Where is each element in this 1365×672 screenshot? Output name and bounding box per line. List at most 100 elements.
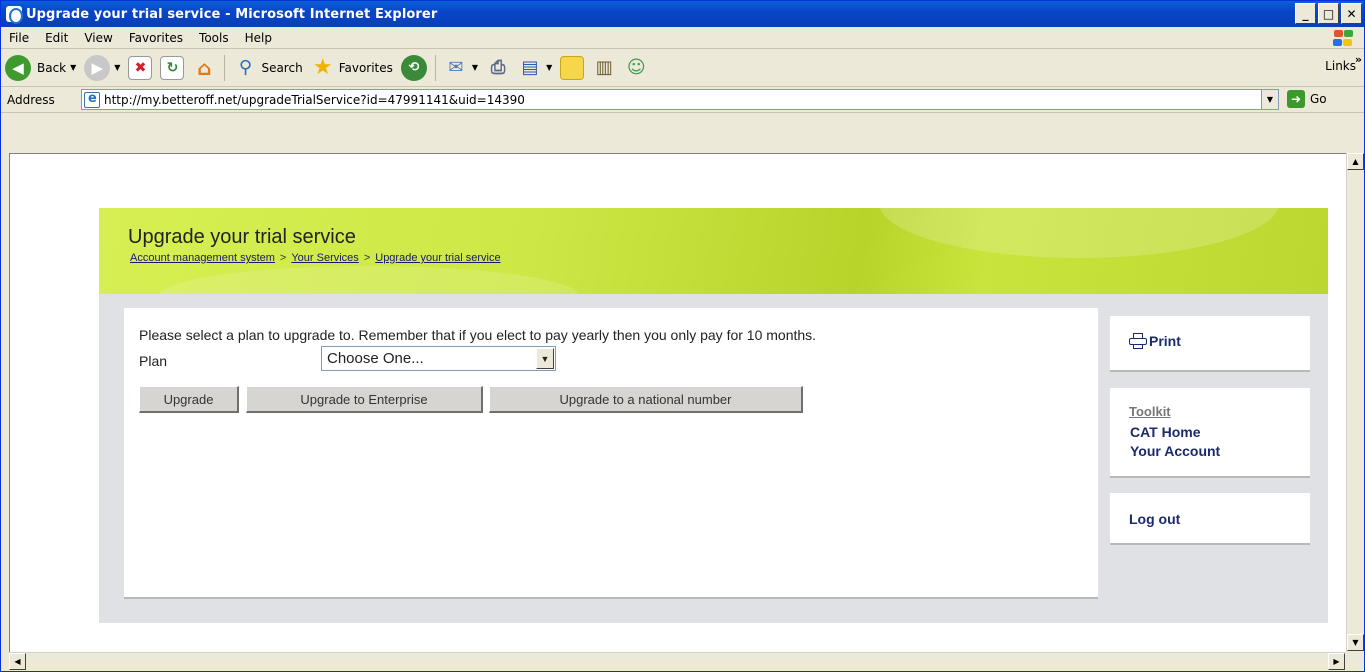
page-icon [84, 91, 100, 108]
home-icon: ⌂ [197, 55, 212, 80]
banner-decoration [159, 266, 579, 294]
go-button[interactable]: ➜ Go [1287, 90, 1327, 108]
your-account-link[interactable]: Your Account [1130, 443, 1220, 459]
chevron-down-icon: ▼ [546, 63, 553, 72]
plan-select[interactable]: Choose One... ▼ [321, 346, 556, 371]
menu-view[interactable]: View [76, 31, 120, 45]
menu-help[interactable]: Help [237, 31, 280, 45]
breadcrumb-separator: > [279, 252, 287, 264]
upgrade-national-number-button[interactable]: Upgrade to a national number [489, 386, 803, 413]
links-button[interactable]: Links » [1325, 53, 1362, 73]
messenger-icon: ☺ [626, 57, 646, 78]
stop-button[interactable]: ✖ [124, 52, 156, 84]
plan-selected-value: Choose One... [327, 350, 424, 367]
chevron-down-icon[interactable]: ▼ [536, 348, 554, 369]
search-label: Search [261, 60, 303, 75]
page-banner: Upgrade your trial service Account manag… [99, 208, 1328, 294]
toolkit-box: Toolkit CAT Home Your Account [1110, 388, 1310, 478]
scroll-up-icon[interactable]: ▲ [1347, 153, 1364, 170]
window-title: Upgrade your trial service - Microsoft I… [26, 6, 438, 22]
page-title: Upgrade your trial service [128, 226, 356, 248]
chevron-down-icon: ▼ [471, 63, 479, 72]
research-button[interactable]: ▥ [588, 52, 620, 84]
address-input[interactable]: http://my.betteroff.net/upgradeTrialServ… [81, 89, 1279, 110]
page-viewport: Upgrade your trial service Account manag… [9, 153, 1346, 652]
breadcrumb-account-management[interactable]: Account management system [130, 252, 275, 264]
toolbar-separator [434, 54, 436, 81]
breadcrumb-your-services[interactable]: Your Services [291, 252, 358, 264]
menu-file[interactable]: File [1, 31, 37, 45]
menu-favorites[interactable]: Favorites [121, 31, 191, 45]
scroll-down-icon[interactable]: ▼ [1347, 634, 1364, 651]
windows-logo-icon [1332, 29, 1354, 47]
back-button[interactable]: ◀ Back ▼ [1, 52, 80, 84]
breadcrumb-upgrade-trial[interactable]: Upgrade your trial service [375, 252, 500, 264]
window-controls: _ □ ✕ [1295, 3, 1362, 24]
edit-icon: ▤ [521, 57, 539, 78]
research-icon: ▥ [595, 57, 613, 78]
chevron-more-icon: » [1354, 53, 1362, 66]
back-arrow-icon: ◀ [5, 54, 31, 81]
minimize-button[interactable]: _ [1295, 3, 1316, 24]
notes-button[interactable] [556, 52, 588, 84]
printer-icon [1129, 333, 1147, 349]
toolkit-link[interactable]: Toolkit [1129, 404, 1171, 419]
scroll-right-icon[interactable]: ▶ [1328, 653, 1345, 670]
page-container: Upgrade your trial service Account manag… [99, 208, 1328, 623]
home-button[interactable]: ⌂ [188, 52, 220, 84]
history-button[interactable]: ⟲ [397, 52, 431, 84]
upgrade-button[interactable]: Upgrade [139, 386, 239, 413]
upgrade-enterprise-button[interactable]: Upgrade to Enterprise [246, 386, 483, 413]
star-icon: ★ [312, 55, 333, 80]
main-panel: Please select a plan to upgrade to. Reme… [124, 308, 1098, 599]
notes-icon [560, 55, 585, 80]
toolbar-separator [224, 54, 226, 81]
breadcrumb: Account management system > Your Services >… [130, 252, 501, 264]
favorites-button[interactable]: ★ Favorites [307, 52, 397, 84]
go-label: Go [1310, 92, 1327, 106]
banner-decoration [879, 208, 1279, 258]
print-toolbar-button[interactable]: ⎙ [482, 52, 514, 84]
address-label: Address [7, 92, 55, 107]
messenger-button[interactable]: ☺ [620, 52, 652, 84]
stop-icon: ✖ [128, 55, 153, 80]
address-dropdown-button[interactable]: ▼ [1261, 90, 1278, 109]
forward-arrow-icon: ▶ [84, 54, 111, 81]
history-icon: ⟲ [400, 54, 427, 81]
close-button[interactable]: ✕ [1341, 3, 1362, 24]
search-button[interactable]: ⚲ Search [229, 52, 306, 84]
scroll-left-icon[interactable]: ◀ [9, 653, 26, 670]
chevron-down-icon: ▼ [114, 63, 121, 72]
print-link[interactable]: Print [1129, 333, 1181, 349]
toolbar: ◀ Back ▼ ▶ ▼ ✖ ↻ ⌂ ⚲ Search ★ Favorites … [1, 49, 1364, 87]
favorites-label: Favorites [338, 60, 393, 75]
title-bar: Upgrade your trial service - Microsoft I… [1, 1, 1364, 27]
menu-tools[interactable]: Tools [191, 31, 237, 45]
logout-box: Log out [1110, 493, 1310, 545]
refresh-icon: ↻ [160, 55, 185, 80]
go-arrow-icon: ➜ [1287, 90, 1305, 108]
back-label: Back [37, 60, 67, 75]
internet-explorer-icon [6, 6, 23, 24]
mail-icon: ✉ [448, 57, 464, 78]
logout-link[interactable]: Log out [1129, 511, 1180, 527]
plan-label: Plan [139, 353, 168, 369]
edit-button[interactable]: ▤ ▼ [514, 52, 556, 84]
maximize-button[interactable]: □ [1318, 3, 1339, 24]
vertical-scrollbar[interactable]: ▲ ▼ [1346, 153, 1364, 652]
menu-edit[interactable]: Edit [37, 31, 76, 45]
search-icon: ⚲ [238, 57, 253, 78]
print-label: Print [1149, 333, 1181, 349]
forward-button[interactable]: ▶ ▼ [80, 52, 124, 84]
mail-button[interactable]: ✉ ▼ [440, 52, 482, 84]
print-box: Print [1110, 316, 1310, 372]
cat-home-link[interactable]: CAT Home [1130, 424, 1201, 440]
scrollbar-corner [1346, 652, 1364, 671]
chevron-down-icon: ▼ [70, 63, 77, 72]
horizontal-scrollbar[interactable]: ◀ ▶ [9, 652, 1346, 671]
menu-bar: File Edit View Favorites Tools Help [1, 27, 1364, 49]
printer-icon: ⎙ [490, 57, 506, 78]
refresh-button[interactable]: ↻ [156, 52, 188, 84]
breadcrumb-separator: > [363, 252, 371, 264]
intro-text: Please select a plan to upgrade to. Reme… [139, 327, 817, 343]
